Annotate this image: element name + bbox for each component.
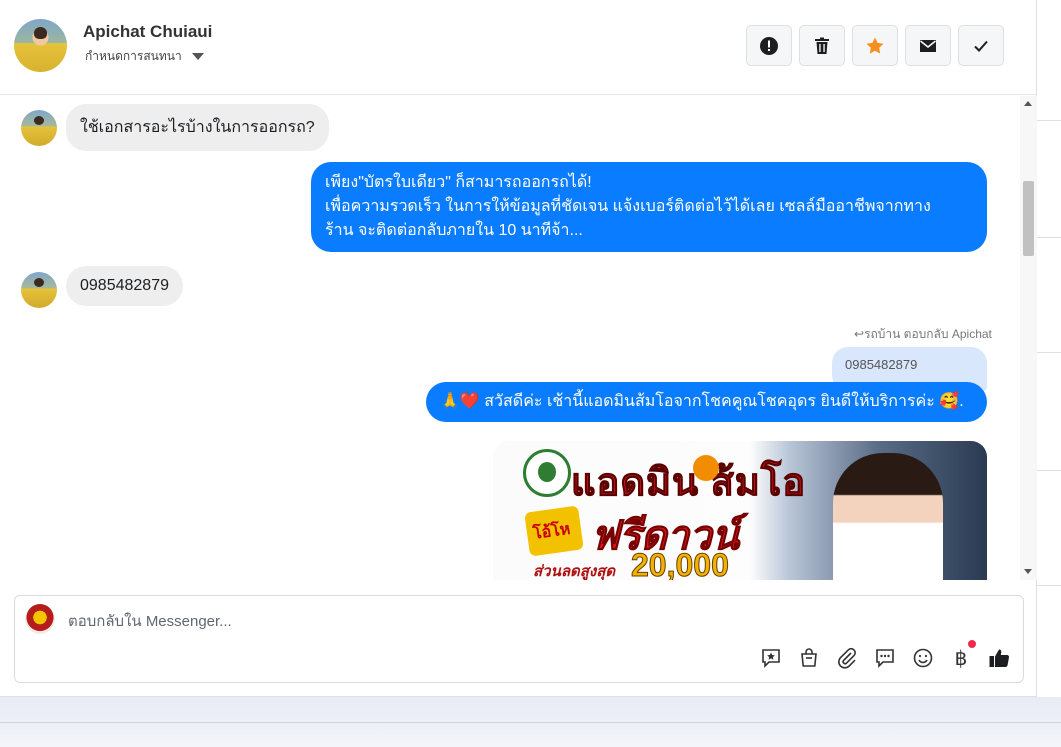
like-button[interactable] [987,646,1011,670]
notification-dot [968,640,976,648]
mark-unread-button[interactable] [905,25,951,66]
brand-logo [523,449,571,497]
page-avatar [25,604,55,634]
check-icon [974,40,988,52]
promo-badge: โอ้โห [524,505,584,557]
scroll-thumb[interactable] [1023,181,1034,256]
outgoing-message[interactable]: เพียง"บัตรใบเดียว" ก็สามารถออกรถได้! เพื… [311,162,987,252]
contact-avatar[interactable] [14,19,67,72]
sticker-button[interactable] [759,646,783,670]
incoming-message[interactable]: ใช้เอกสารอะไรบ้างในการออกรถ? [66,104,329,151]
reply-meta-text: รถบ้าน ตอบกลับ Apichat [864,327,992,341]
message-scrollbar[interactable] [1020,96,1037,580]
star-icon [866,37,884,54]
message-line: ร้าน จะติดต่อกลับภายใน 10 นาทีจ้า... [325,222,583,239]
emoji-button[interactable] [911,646,935,670]
header-actions [746,25,1004,66]
alert-icon [760,36,778,55]
saved-replies-button[interactable] [873,646,897,670]
delete-button[interactable] [799,25,845,66]
conversation-header: Apichat Chuiaui กำหนดการสนทนา [0,0,1037,95]
promo-discount-value: 20,000 [631,547,730,581]
caret-down-icon [191,53,204,60]
scroll-up-icon[interactable] [1024,101,1032,106]
mark-done-button[interactable] [958,25,1004,66]
trash-icon [815,37,829,54]
outgoing-message[interactable]: 🙏❤️ สวัสดีค่ะ เช้านี้แอดมินส้มโอจากโชคคู… [426,382,987,422]
contact-avatar-small [21,110,57,146]
payment-button[interactable]: ฿ [949,640,976,670]
spam-button[interactable] [746,25,792,66]
incoming-message[interactable]: 0985482879 [66,266,183,306]
promo-discount-label: ส่วนลดสูงสุด [533,563,616,580]
message-line: เพื่อความรวดเร็ว ในการให้ข้อมูลที่ชัดเจน… [325,198,931,215]
reply-meta: ↩รถบ้าน ตอบกลับ Apichat [854,325,992,344]
payment-icon: ฿ [954,646,968,670]
envelope-icon [920,39,936,52]
promo-person [833,453,943,580]
page-footer-area [0,697,1061,747]
reply-input[interactable] [68,610,968,632]
shop-button[interactable] [797,646,821,670]
composer-tools: ฿ [759,640,1011,670]
message-line: เพียง"บัตรใบเดียว" ก็สามารถออกรถได้! [325,174,592,191]
promo-badge-text: โอ้โห [532,520,572,543]
attach-button[interactable] [835,646,859,670]
conversation-panel: Apichat Chuiaui กำหนดการสนทนา ใช้เอกสารอ… [0,0,1037,697]
scroll-down-icon[interactable] [1024,569,1032,574]
side-panel-edge [1037,0,1061,697]
sticker-icon [762,649,780,668]
like-icon [989,649,1010,668]
reply-composer: ฿ [14,595,1024,683]
contact-name[interactable]: Apichat Chuiaui [83,22,212,42]
shopping-bag-icon [801,648,817,667]
reply-icon: ↩ [854,327,865,341]
star-button[interactable] [852,25,898,66]
conversation-settings-dropdown[interactable]: กำหนดการสนทนา [85,47,204,66]
attachment-icon [838,647,856,669]
conversation-settings-label: กำหนดการสนทนา [85,49,182,63]
saved-replies-icon [876,649,894,668]
promo-image[interactable]: แอดมิน ส้มโอ โอ้โห ฟรีดาวน์ ส่วนลดสูงสุด… [493,441,987,580]
message-list[interactable]: ใช้เอกสารอะไรบ้างในการออกรถ? เพียง"บัตรใ… [0,96,1020,580]
emoji-icon [913,648,933,668]
orange-icon [693,455,719,481]
contact-avatar-small [21,272,57,308]
